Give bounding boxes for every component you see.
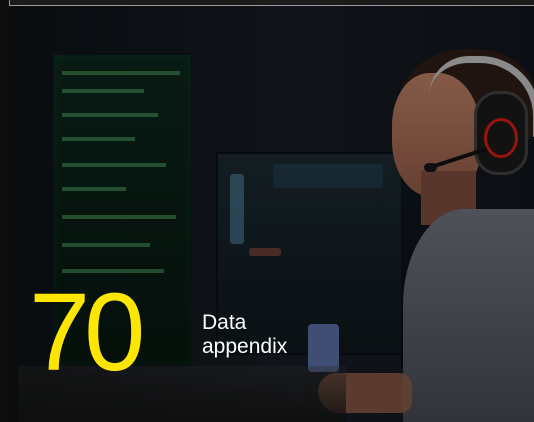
hero-frame: 70 Data appendix xyxy=(0,0,534,422)
page-number: 70 xyxy=(29,271,145,394)
section-title: Data appendix xyxy=(202,311,332,359)
section-title-line-1: Data xyxy=(202,311,247,334)
section-title-line-2: appendix xyxy=(202,335,288,358)
